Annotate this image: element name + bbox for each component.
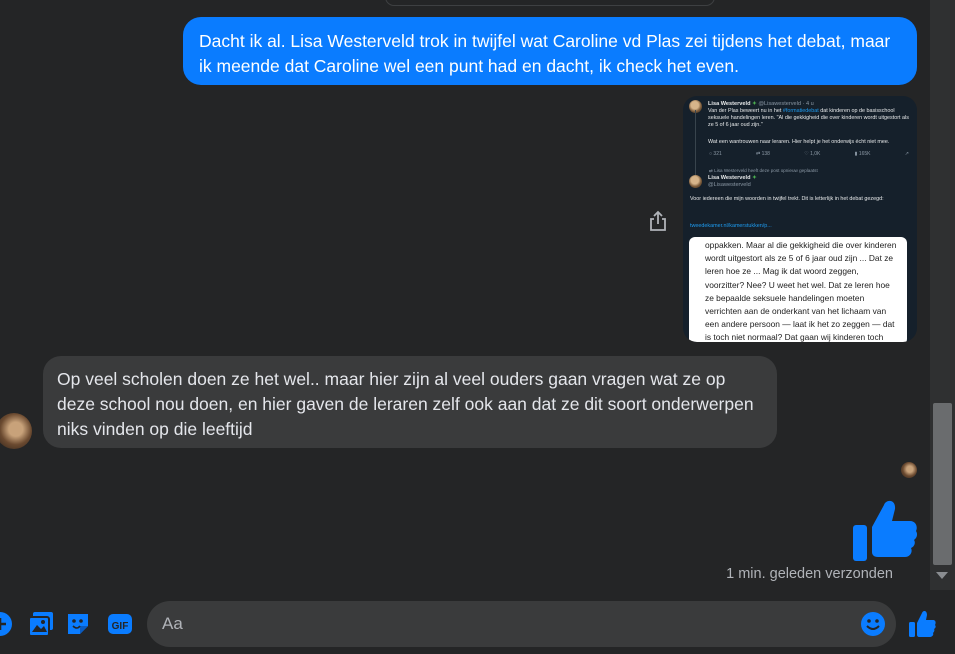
photo-icon[interactable]: [27, 610, 55, 638]
tweet-hashtag: #formatiedebat: [782, 108, 819, 114]
sent-thumbs-up-icon[interactable]: [852, 497, 918, 563]
outgoing-message[interactable]: Dacht ik al. Lisa Westerveld trok in twi…: [183, 17, 917, 85]
scroll-down-arrow-icon[interactable]: [936, 572, 948, 579]
tweet-text: Van der Plas beweert nu in het #formatie…: [708, 108, 909, 128]
tweet-text-2: Wat een wantrouwen naar leraren. Hier he…: [708, 139, 890, 145]
emoji-icon[interactable]: [859, 610, 887, 638]
message-thread: Dacht ik al. Lisa Westerveld trok in twi…: [0, 0, 930, 590]
tweet-avatar-2: [689, 175, 702, 188]
tweet-author-name: Lisa Westerveld: [708, 101, 751, 107]
thread-line: [695, 110, 696, 178]
incoming-message[interactable]: Op veel scholen doen ze het wel.. maar h…: [43, 356, 777, 448]
seen-indicator-avatar: [901, 462, 917, 478]
plus-icon[interactable]: [0, 610, 14, 638]
retweet-note: ⇄ Lisa Westerveld heeft deze post opnieu…: [709, 168, 818, 173]
sticker-icon[interactable]: [64, 610, 92, 638]
message-input-container[interactable]: [147, 601, 896, 647]
message-input[interactable]: [162, 601, 852, 647]
sent-status: 1 min. geleden verzonden: [726, 566, 893, 582]
scrollbar-thumb[interactable]: [933, 403, 952, 565]
svg-text:GIF: GIF: [112, 621, 129, 632]
quoted-transcript: oppakken. Maar al die gekkigheid die ove…: [689, 237, 907, 342]
tweet2-link: tweedekamer.nl/kamerstukken/p...: [690, 223, 772, 229]
tweet-author-handle: @Lisawesterveld · 4 u: [758, 101, 814, 107]
shared-screenshot-image[interactable]: Lisa Westerveld ✦ @Lisawesterveld · 4 u …: [683, 96, 917, 342]
gif-icon[interactable]: GIF: [106, 610, 134, 638]
thumbs-up-icon[interactable]: [907, 609, 937, 639]
tweet-stats: ○ 321 ⇄ 138 ♡ 1,0K ▮ 165K ↗: [709, 151, 909, 157]
previous-message-edge: [385, 0, 715, 6]
share-icon[interactable]: [648, 210, 668, 232]
contact-avatar[interactable]: [0, 413, 32, 449]
tweet2-author-handle: @Lisawesterveld: [708, 182, 751, 188]
tweet2-text: Voor iedereen die mijn woorden in twijfe…: [690, 196, 884, 202]
scrollbar[interactable]: [930, 0, 955, 590]
tweet2-author-name: Lisa Westerveld: [708, 175, 751, 181]
message-composer: GIF: [0, 596, 955, 654]
